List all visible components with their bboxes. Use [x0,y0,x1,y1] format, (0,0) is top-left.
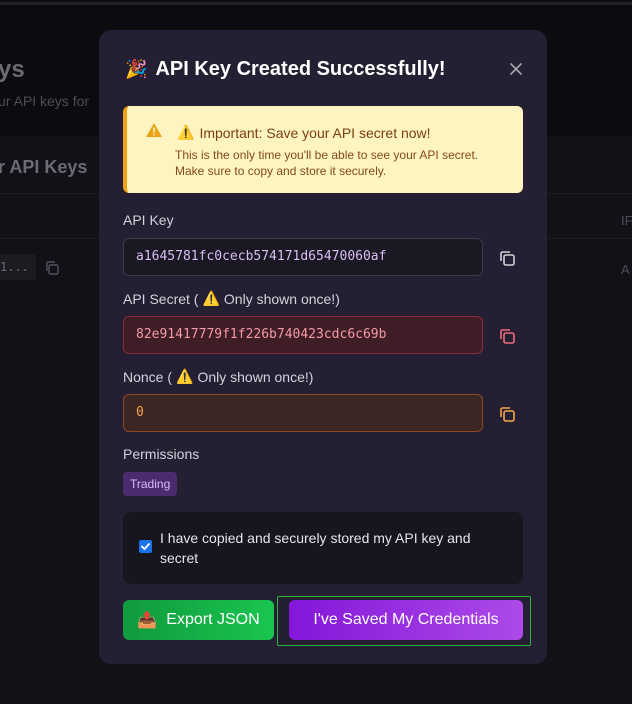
alert-title: ⚠️ Important: Save your API secret now! [177,124,431,141]
export-json-button[interactable]: 📤 Export JSON [123,600,274,640]
export-json-label: Export JSON [166,611,260,628]
page-subtitle: ur API keys for [0,93,90,109]
table-key-preview: 1... [0,254,36,280]
api-secret-field[interactable]: 82e91417779f1f226b740423cdc6c69b [123,316,483,354]
api-secret-label: API Secret ( ⚠️ Only shown once!) [123,290,340,307]
warning-icon: ⚠️ [202,290,220,306]
nonce-note: Only shown once!) [197,368,314,385]
confirm-checkbox[interactable] [139,540,152,553]
copy-api-key-icon[interactable] [497,248,517,268]
permission-badge: Trading [123,472,178,496]
table-cell: A [621,262,630,277]
page-title: ys [0,56,25,83]
table-header-cell: IF [621,213,632,228]
alert-body: This is the only time you'll be able to … [175,147,515,179]
top-border [0,2,632,5]
party-popper-icon: 🎉 [125,59,148,79]
confirm-label[interactable]: I have copied and securely stored my API… [160,528,490,568]
copy-nonce-icon[interactable] [497,404,517,424]
modal-title-text: API Key Created Successfully! [155,58,446,80]
warning-icon [146,123,162,137]
api-key-field[interactable]: a1645781fc0cecb574171d65470060af [123,238,483,276]
api-secret-note: Only shown once!) [223,290,340,307]
alert-body-line: Make sure to copy and store it securely. [175,164,387,178]
permissions-label: Permissions [123,446,200,462]
modal-title: 🎉 API Key Created Successfully! [125,58,446,81]
api-key-created-modal: 🎉 API Key Created Successfully! ⚠️ Impor… [99,30,547,664]
warning-icon: ⚠️ [176,368,194,384]
confirmation-box: I have copied and securely stored my API… [123,512,523,584]
close-icon[interactable] [507,60,525,78]
api-key-label: API Key [123,212,174,228]
alert-body-line: This is the only time you'll be able to … [175,148,479,162]
api-secret-label-text: API Secret ( [123,290,199,307]
warning-alert: ⚠️ Important: Save your API secret now! … [123,106,523,193]
saved-credentials-button[interactable]: I've Saved My Credentials [289,600,523,640]
copy-icon[interactable] [44,260,60,276]
warning-icon: ⚠️ [177,124,195,140]
nonce-label-text: Nonce ( [123,368,173,385]
nonce-field[interactable]: 0 [123,394,483,432]
nonce-label: Nonce ( ⚠️ Only shown once!) [123,368,313,385]
copy-api-secret-icon[interactable] [497,326,517,346]
alert-title-text: Important: Save your API secret now! [199,124,431,141]
api-keys-panel-title: r API Keys [0,157,88,177]
outbox-tray-icon: 📤 [137,612,158,629]
